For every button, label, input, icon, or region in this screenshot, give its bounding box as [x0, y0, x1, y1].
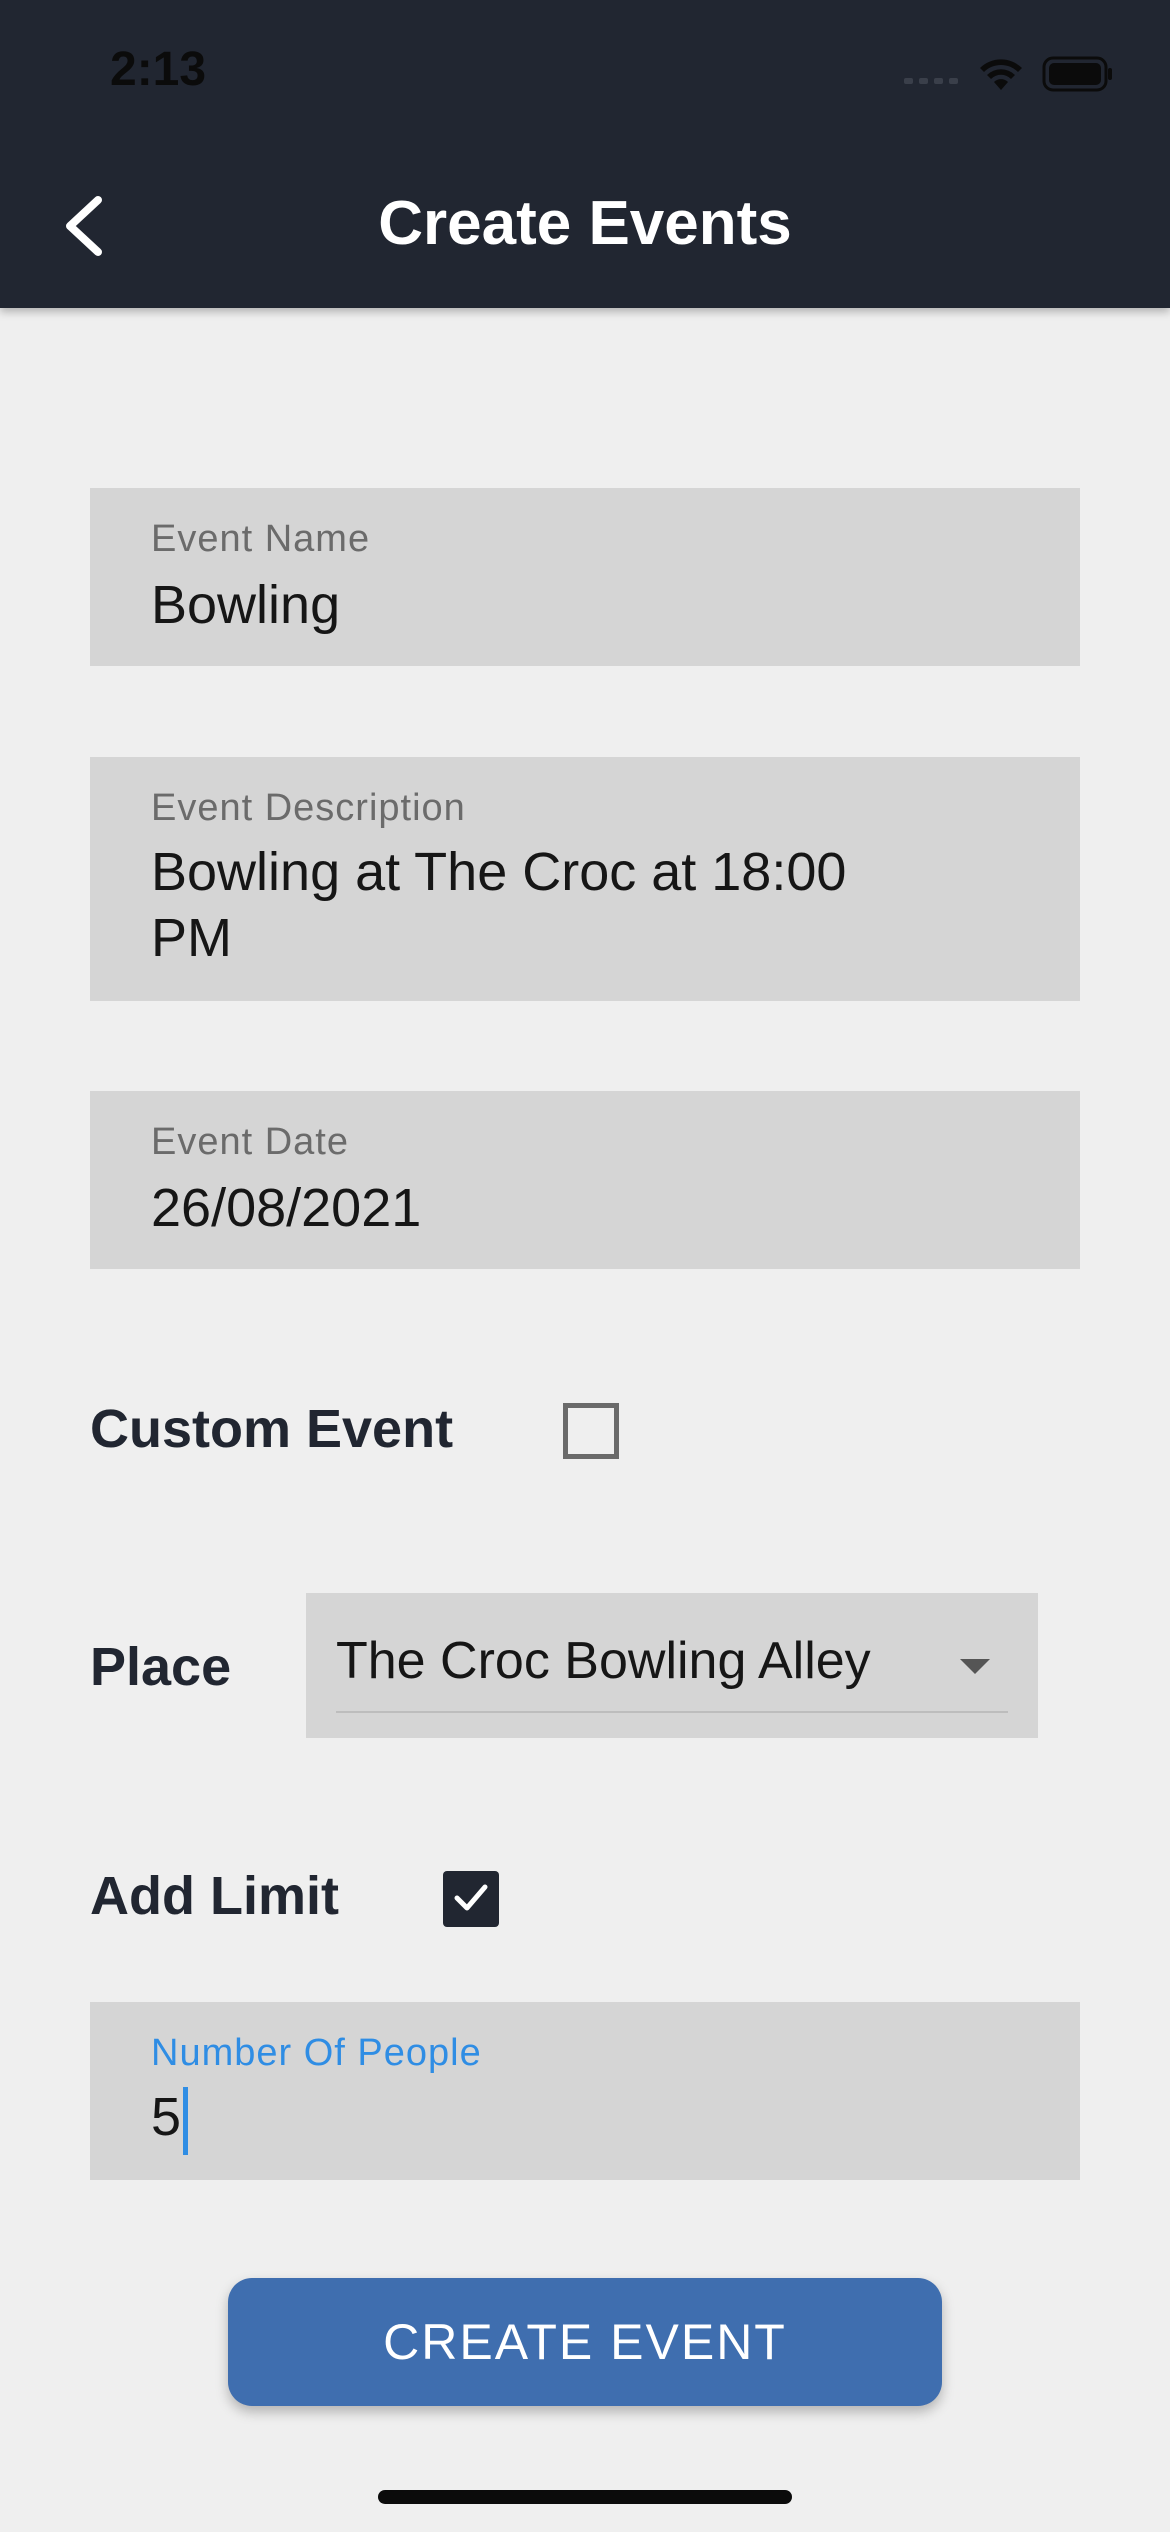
home-indicator[interactable] [378, 2490, 792, 2504]
custom-event-label: Custom Event [90, 1399, 454, 1459]
app-header: 2:13 Create Events [0, 0, 1170, 308]
wifi-icon [978, 56, 1024, 97]
create-event-button[interactable]: CREATE EVENT [228, 2278, 942, 2406]
add-limit-label: Add Limit [90, 1866, 339, 1926]
text-cursor [183, 2086, 189, 2155]
place-dropdown[interactable]: The Croc Bowling Alley [306, 1593, 1038, 1738]
number-of-people-value: 5 [151, 2087, 182, 2147]
number-of-people-input[interactable]: 5 [151, 2084, 1011, 2155]
add-limit-checkbox[interactable] [443, 1871, 499, 1927]
dropdown-arrow-icon [960, 1659, 990, 1674]
battery-icon [1042, 56, 1114, 97]
place-selected-value: The Croc Bowling Alley [336, 1632, 871, 1690]
page-title: Create Events [378, 189, 792, 258]
event-description-label: Event Description [151, 787, 466, 829]
cellular-signal-icon [904, 64, 960, 89]
checkmark-icon [451, 1877, 491, 1922]
event-date-label: Event Date [151, 1121, 349, 1163]
status-time: 2:13 [110, 43, 207, 96]
dropdown-underline [336, 1711, 1008, 1713]
status-icons [904, 52, 1114, 100]
number-of-people-label: Number Of People [151, 2032, 482, 2074]
event-name-label: Event Name [151, 518, 371, 560]
event-description-field[interactable]: Event Description Bowling at The Croc at… [90, 757, 1080, 1001]
event-name-value: Bowling [151, 575, 341, 635]
event-date-value: 26/08/2021 [151, 1178, 422, 1238]
place-label: Place [90, 1637, 232, 1697]
custom-event-checkbox[interactable] [563, 1403, 619, 1459]
event-name-field[interactable]: Event Name Bowling [90, 488, 1080, 666]
event-date-field[interactable]: Event Date 26/08/2021 [90, 1091, 1080, 1269]
event-description-value: Bowling at The Croc at 18:00 PM [151, 842, 847, 968]
number-of-people-field[interactable]: Number Of People 5 [90, 2002, 1080, 2180]
